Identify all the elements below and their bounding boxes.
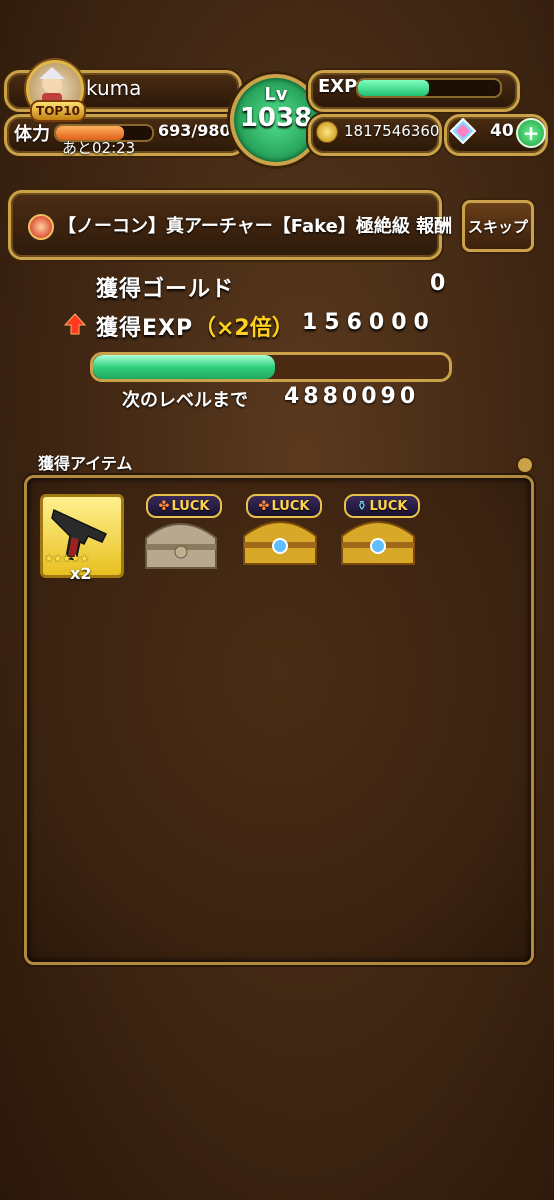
up-arrow-icon (63, 313, 87, 335)
luck-badge: ✤ LUCK (146, 494, 222, 518)
stamina-label: 体力 (14, 124, 50, 145)
skip-button[interactable]: スキップ (462, 200, 534, 252)
potion-icon: ⚱ (356, 498, 368, 514)
stamina-timer: あと02:23 (62, 139, 136, 157)
exp-multiplier: （×2倍） (194, 316, 294, 341)
level-value: 1038 (239, 103, 313, 133)
player-name: kuma (86, 76, 142, 100)
next-level-bar (90, 352, 452, 382)
exp-label: EXP (318, 76, 358, 97)
scroll-indicator-icon (518, 458, 532, 472)
item-weapon[interactable]: ★★★★★ x2 (40, 494, 124, 583)
clover-icon: ✤ (258, 498, 270, 514)
rank-badge: TOP10 (30, 100, 86, 122)
exp-reward-value: 156000 (302, 310, 436, 335)
clover-icon: ✤ (158, 498, 170, 514)
gem-count: 40 (490, 121, 514, 141)
gold-reward-label: 獲得ゴールド (96, 277, 235, 302)
luck-badge-label: LUCK (171, 498, 210, 514)
next-level-bar-fill (93, 355, 275, 379)
plus-icon: + (522, 121, 540, 145)
item-count: x2 (70, 564, 92, 583)
item-luck-chest[interactable]: ✤ LUCK (238, 494, 322, 578)
rainbow-gem-icon (449, 117, 477, 145)
gold-coin-icon (316, 121, 338, 143)
luck-badge-label: LUCK (271, 498, 310, 514)
luck-badge: ✤ LUCK (246, 494, 322, 518)
luck-badge: ⚱ LUCK (344, 494, 420, 518)
gold-reward-value: 0 (430, 271, 447, 296)
item-luck-chest[interactable]: ✤ LUCK (138, 494, 222, 578)
luck-badge-label: LUCK (369, 498, 408, 514)
skip-button-label: スキップ (467, 217, 528, 236)
exp-bar-fill (358, 80, 429, 96)
next-level-value: 4880090 (284, 384, 420, 409)
exp-reward-label: 獲得EXP (96, 316, 194, 341)
gold-amount: 1817546360 (344, 122, 440, 140)
item-luck-chest[interactable]: ⚱ LUCK (336, 494, 420, 578)
items-section-label: 獲得アイテム (38, 454, 133, 473)
fire-element-icon (28, 214, 54, 240)
player-status-header: kuma 体力 693/980 あと02:23 TOP10 Lv 1038 EX… (0, 58, 554, 166)
quest-title: 【ノーコン】真アーチャー【Fake】極絶級 報酬 (58, 216, 453, 237)
exp-bar (356, 78, 502, 98)
rank-badge-label: TOP10 (36, 104, 80, 118)
level-label: Lv (264, 84, 288, 105)
next-level-label: 次のレベルまで (122, 390, 248, 411)
add-gems-button[interactable]: + (516, 118, 546, 148)
stamina-value: 693/980 (158, 121, 231, 140)
